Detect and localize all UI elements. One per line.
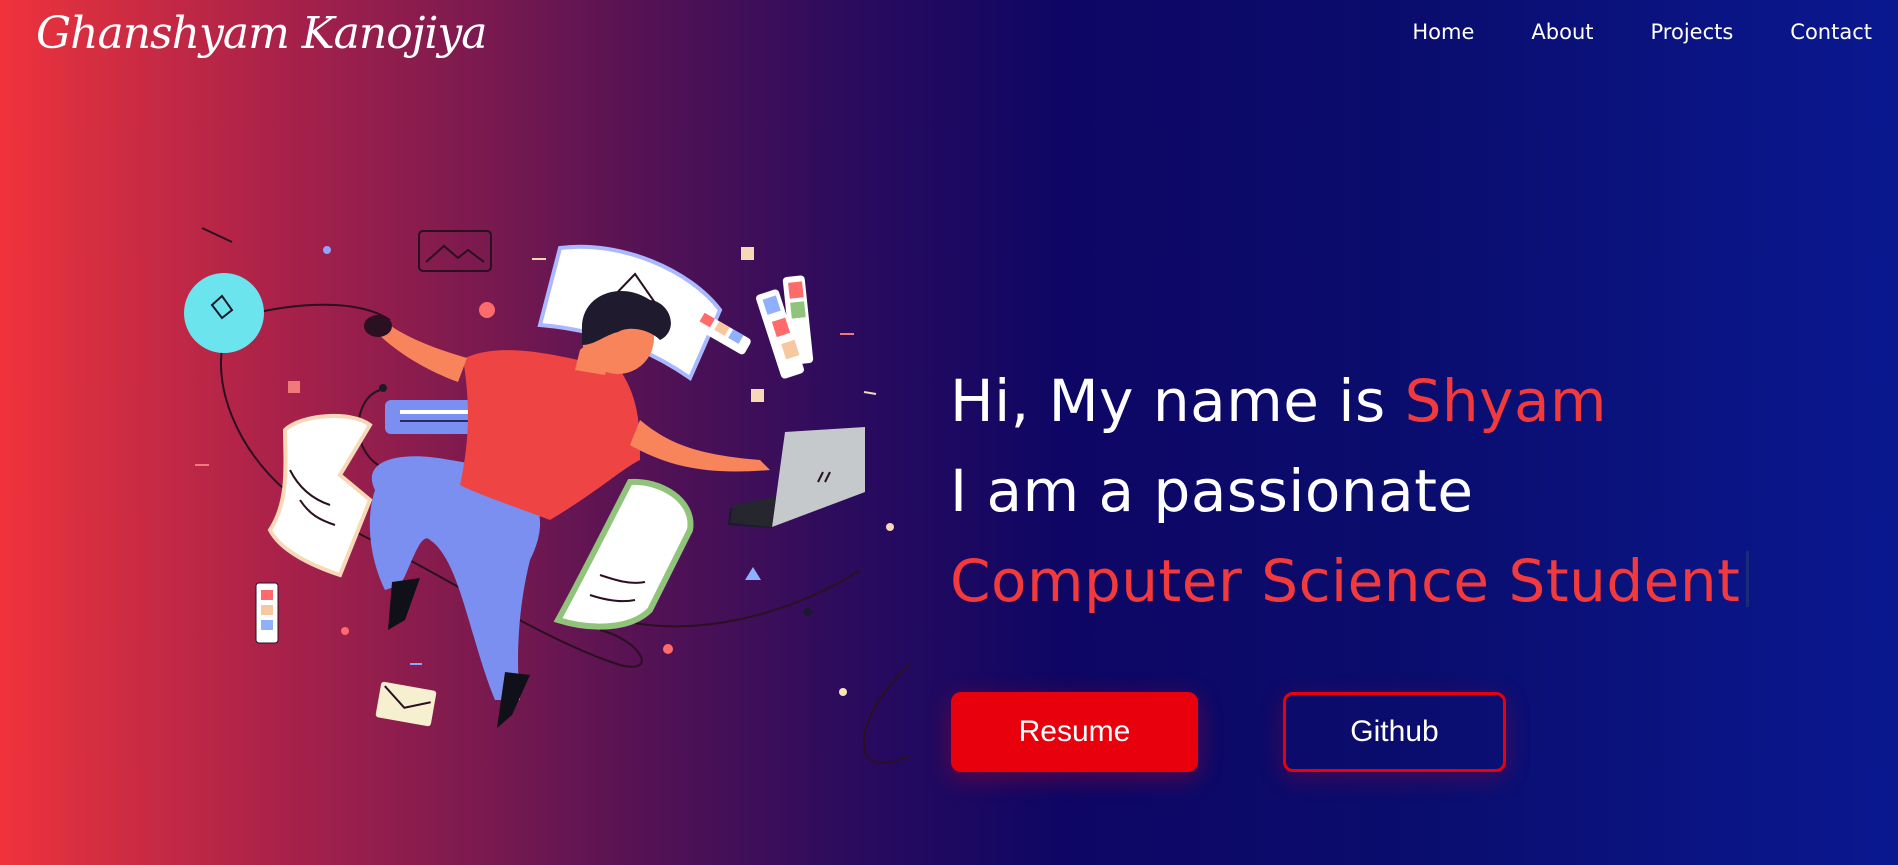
intro-line: I am a passionate <box>950 457 1474 525</box>
greeting-text: Hi, My name is <box>950 367 1405 435</box>
nav-home-link[interactable]: Home <box>1412 20 1474 44</box>
role-line: Computer Science Student <box>950 536 1750 626</box>
nav-contact-link[interactable]: Contact <box>1790 20 1872 44</box>
github-button[interactable]: Github <box>1283 692 1506 772</box>
main-nav: Home About Projects Contact <box>1355 20 1872 44</box>
greeting-line: Hi, My name is Shyam <box>950 356 1749 446</box>
developer-illustration <box>184 227 910 764</box>
typing-cursor <box>1746 551 1750 607</box>
hero-section: Hi, My name is Shyam I am a passionate C… <box>950 356 1750 626</box>
nav-projects-link[interactable]: Projects <box>1651 20 1734 44</box>
site-logo[interactable]: Ghanshyam Kanojiya <box>36 8 488 59</box>
resume-button[interactable]: Resume <box>951 692 1198 772</box>
nav-about-link[interactable]: About <box>1531 20 1593 44</box>
typed-role-text: Computer Science Student <box>950 547 1741 615</box>
pen-tool-icon <box>184 273 264 353</box>
highlighted-name: Shyam <box>1404 367 1608 435</box>
